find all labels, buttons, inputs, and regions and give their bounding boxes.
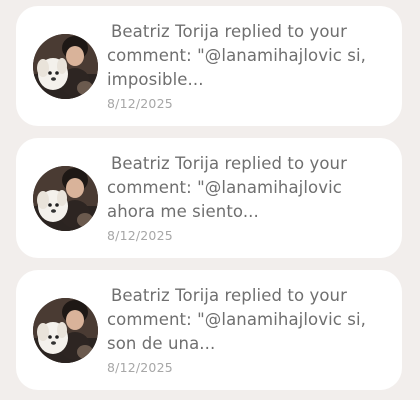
notification-date: 8/12/2025 [107, 360, 173, 375]
notification-message: Beatriz Torija replied to your comment: … [107, 22, 367, 89]
user-avatar-icon[interactable] [33, 166, 98, 231]
notification-list: Beatriz Torija replied to your comment: … [0, 0, 420, 400]
notification-card[interactable]: Beatriz Torija replied to your comment: … [16, 6, 402, 126]
notification-message: Beatriz Torija replied to your comment: … [107, 286, 367, 353]
notification-card[interactable]: Beatriz Torija replied to your comment: … [16, 270, 402, 390]
user-avatar-icon[interactable] [33, 34, 98, 99]
user-avatar-icon[interactable] [33, 298, 98, 363]
notification-date: 8/12/2025 [107, 96, 173, 111]
notification-card[interactable]: Beatriz Torija replied to your comment: … [16, 138, 402, 258]
notification-date: 8/12/2025 [107, 228, 173, 243]
notification-message: Beatriz Torija replied to your comment: … [107, 154, 347, 221]
